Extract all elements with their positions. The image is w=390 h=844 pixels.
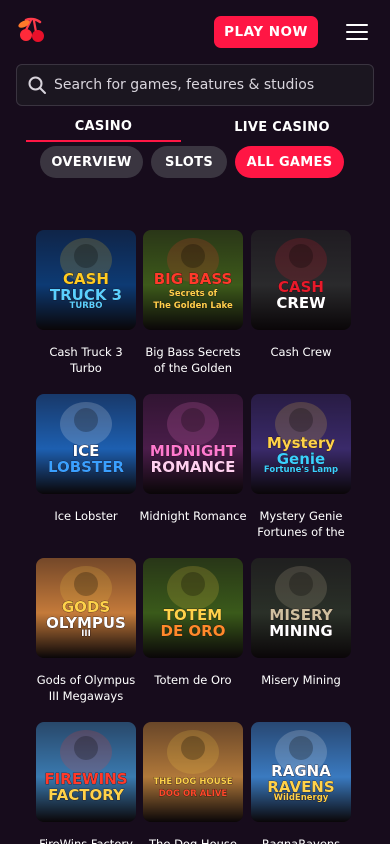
game-card[interactable]: BIG BASS Secrets of The Golden Lake Big Ba…: [143, 230, 243, 376]
game-logo-text: Fortune's Lamp: [264, 465, 338, 475]
game-title[interactable]: RagnaRavens: [247, 836, 355, 844]
game-title[interactable]: Misery Mining: [247, 672, 355, 704]
game-logo-text: BIG BASS: [154, 270, 233, 288]
filter-overview[interactable]: OVERVIEW: [40, 146, 143, 178]
hamburger-menu-icon[interactable]: [346, 22, 368, 42]
search-input[interactable]: [54, 77, 354, 93]
filter-all-games[interactable]: ALL GAMES: [235, 146, 344, 178]
game-logo-text: DOG OR ALIVE: [159, 789, 228, 799]
game-title[interactable]: Totem de Oro: [139, 672, 247, 704]
search-bar[interactable]: [16, 64, 374, 106]
game-title[interactable]: Cash Truck 3 Turbo: [32, 344, 140, 376]
game-logo-text: THE DOG HOUSE: [153, 777, 232, 787]
game-card[interactable]: FIREWINS FACTORY FireWins Factory: [36, 722, 136, 844]
game-logo-text: Secrets of: [169, 289, 218, 299]
game-card[interactable]: Mystery Genie Fortune's Lamp Mystery Genie…: [251, 394, 351, 540]
game-card[interactable]: ICE LOBSTER Ice Lobster: [36, 394, 136, 540]
game-logo-text: ROMANCE: [151, 458, 236, 476]
game-thumbnail[interactable]: Mystery Genie Fortune's Lamp: [251, 394, 351, 494]
game-title[interactable]: Ice Lobster: [32, 508, 140, 540]
game-thumbnail[interactable]: TOTEM DE ORO: [143, 558, 243, 658]
game-title[interactable]: Big Bass Secrets of the Golden: [139, 344, 247, 376]
game-logo-text: WildEnergy: [274, 793, 329, 803]
game-logo-text: FACTORY: [48, 786, 125, 804]
game-thumbnail[interactable]: ICE LOBSTER: [36, 394, 136, 494]
game-thumbnail[interactable]: GODS OLYMPUS III: [36, 558, 136, 658]
game-title[interactable]: The Dog House Dog or Alive: [139, 836, 247, 844]
game-logo-text: CREW: [276, 294, 326, 312]
game-logo-text: MINING: [269, 622, 333, 640]
game-thumbnail[interactable]: BIG BASS Secrets of The Golden Lake: [143, 230, 243, 330]
game-thumbnail[interactable]: MISERY MINING: [251, 558, 351, 658]
game-card[interactable]: RAGNA RAVENS WildEnergy RagnaRavens: [251, 722, 351, 844]
play-now-button[interactable]: PLAY NOW: [214, 16, 318, 48]
filter-slots[interactable]: SLOTS: [151, 146, 227, 178]
game-thumbnail[interactable]: RAGNA RAVENS WildEnergy: [251, 722, 351, 822]
game-thumbnail[interactable]: THE DOG HOUSE DOG OR ALIVE: [143, 722, 243, 822]
game-title[interactable]: Midnight Romance: [139, 508, 247, 540]
game-thumbnail[interactable]: CASH TRUCK 3 TURBO: [36, 230, 136, 330]
game-logo-text: III: [81, 629, 91, 639]
game-card[interactable]: MISERY MINING Misery Mining: [251, 558, 351, 704]
game-logo-text: DE ORO: [161, 622, 226, 640]
game-title[interactable]: Gods of Olympus III Megaways: [32, 672, 140, 704]
casino-tabs: CASINO LIVE CASINO: [26, 112, 364, 142]
search-icon: [28, 76, 46, 94]
game-title[interactable]: Cash Crew: [247, 344, 355, 376]
game-title[interactable]: FireWins Factory: [32, 836, 140, 844]
tab-casino[interactable]: CASINO: [26, 112, 181, 142]
game-card[interactable]: CASH CREW Cash Crew: [251, 230, 351, 376]
game-title[interactable]: Mystery Genie Fortunes of the: [247, 508, 355, 540]
game-thumbnail[interactable]: FIREWINS FACTORY: [36, 722, 136, 822]
game-card[interactable]: MIDNIGHT ROMANCE Midnight Romance: [139, 394, 247, 540]
game-logo-text: The Golden Lake: [153, 301, 233, 311]
game-card[interactable]: CASH TRUCK 3 TURBO Cash Truck 3 Turbo: [36, 230, 136, 376]
top-bar: PLAY NOW: [0, 0, 390, 62]
game-thumbnail[interactable]: MIDNIGHT ROMANCE: [143, 394, 243, 494]
game-logo-text: TURBO: [70, 301, 103, 311]
game-card[interactable]: TOTEM DE ORO Totem de Oro: [143, 558, 243, 704]
game-card[interactable]: GODS OLYMPUS III Gods of Olympus III Megaw…: [36, 558, 136, 704]
cherry-logo-icon[interactable]: [16, 16, 48, 44]
tab-live-casino[interactable]: LIVE CASINO: [196, 112, 368, 142]
game-thumbnail[interactable]: CASH CREW: [251, 230, 351, 330]
game-card[interactable]: THE DOG HOUSE DOG OR ALIVE The Dog House …: [143, 722, 243, 844]
game-logo-text: LOBSTER: [48, 458, 124, 476]
